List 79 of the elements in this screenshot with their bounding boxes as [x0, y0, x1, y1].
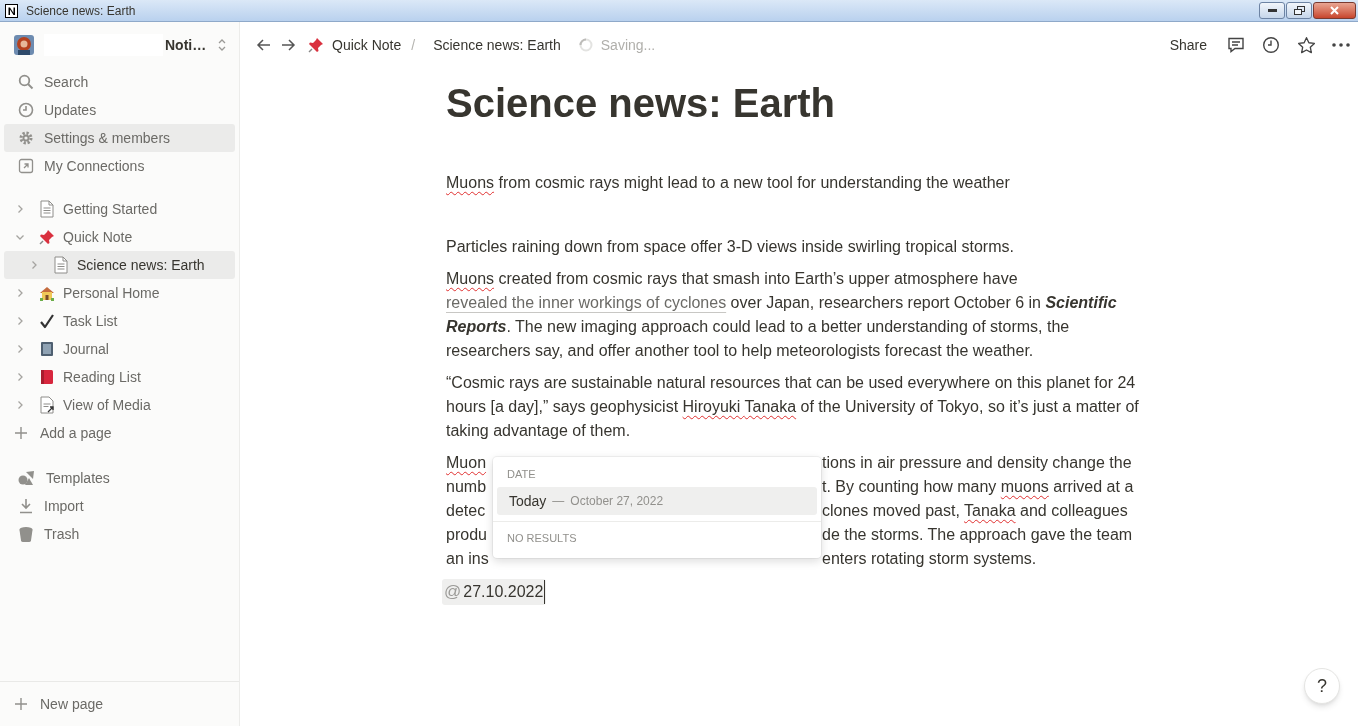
sidebar-item[interactable]: My Connections: [4, 152, 235, 180]
workspace-name[interactable]: Noti…: [165, 34, 207, 56]
help-button[interactable]: ?: [1304, 668, 1340, 704]
saving-status: Saving...: [600, 35, 656, 55]
book-icon: [39, 369, 55, 385]
more-options-icon[interactable]: [1332, 43, 1350, 47]
search-icon: [18, 74, 34, 90]
avatar: [14, 35, 34, 55]
forward-arrow-icon[interactable]: [280, 37, 296, 53]
checkmark-icon: [39, 313, 55, 329]
notebook-icon: [39, 341, 55, 357]
paragraph: Muons from cosmic rays might lead to a new tool for understanding the weather: [446, 173, 1011, 193]
plus-icon: [14, 697, 28, 711]
sidebar-page[interactable]: Reading List: [4, 363, 235, 391]
sidebar-page[interactable]: Journal: [4, 335, 235, 363]
pushpin-icon: [308, 37, 324, 53]
page-title[interactable]: Science news: Earth: [446, 79, 1153, 127]
comment-icon[interactable]: [1227, 36, 1245, 54]
gear-icon: [18, 130, 34, 146]
text-fragment: tions in air pressure and density change the: [822, 453, 1132, 473]
sidebar-page[interactable]: Quick Note: [4, 223, 235, 251]
link[interactable]: revealed the inner workings of cyclones: [446, 294, 727, 311]
text-fragment: Muon: [446, 453, 488, 473]
text-fragment: de the storms. The approach gave the team: [822, 525, 1133, 545]
plus-icon: [14, 426, 28, 440]
sidebar-page[interactable]: Science news: Earth: [4, 251, 235, 279]
sidebar-page[interactable]: Task List: [4, 307, 235, 335]
sidebar-item[interactable]: Templates: [4, 464, 235, 492]
sidebar-item[interactable]: Search: [4, 68, 235, 96]
paragraph: “Cosmic rays are sustainable natural resources that can be used everywhere on this planet for 24 hours [a day],” says geophysicist Hiroyuki Tanaka of the University of Tokyo, so it’s just a matter of taking advantage of them.: [446, 373, 1140, 441]
history-clock-icon[interactable]: [1262, 36, 1280, 54]
share-button[interactable]: Share: [1163, 34, 1213, 56]
paragraph: Muons created from cosmic rays that smash into Earth’s upper atmosphere have revealed the inner workings of cyclones over Japan, researchers report October 6 in Scientific Reports. The new imaging approach could lead to a better understanding of storms, the researchers say, and offer another tool to help meteorologists forecast the weather.: [446, 269, 1118, 361]
page-icon: [39, 200, 55, 218]
mention-input[interactable]: @27.10.2022: [442, 579, 547, 605]
text-fragment: t. By counting how many muons arrived at a: [822, 477, 1134, 497]
sidebar-item[interactable]: Trash: [4, 520, 235, 548]
app-logo-icon: [5, 3, 18, 18]
loading-spinner-icon: [578, 38, 593, 52]
window-title: Science news: Earth: [26, 2, 136, 20]
text-fragment: detec: [446, 501, 487, 521]
breadcrumb-link[interactable]: Science news: Earth: [433, 34, 561, 56]
sidebar-item[interactable]: Updates: [4, 96, 235, 124]
text-fragment: numb: [446, 477, 488, 497]
close-icon: [1330, 6, 1339, 15]
house-icon: [39, 285, 55, 301]
restore-icon: [1293, 6, 1305, 15]
pushpin-icon: [39, 229, 55, 245]
download-icon: [18, 498, 34, 514]
minimize-icon: [1267, 9, 1277, 12]
minimize-button[interactable]: [1259, 2, 1285, 19]
up-down-chevron-icon[interactable]: [217, 38, 227, 52]
sidebar-item[interactable]: Settings & members: [4, 124, 235, 152]
shapes-icon: [18, 470, 36, 486]
section-header: DATE: [506, 467, 537, 482]
paragraph: Particles raining down from space offer 3-D views inside swirling tropical storms.: [446, 237, 1015, 257]
text-fragment: clones moved past, Tanaka and colleagues: [822, 501, 1128, 521]
sidebar-page[interactable]: View of Media: [4, 391, 235, 419]
date-option[interactable]: Today — October 27, 2022: [497, 487, 817, 515]
back-arrow-icon[interactable]: [256, 37, 272, 53]
breadcrumb-link[interactable]: Quick Note: [332, 34, 402, 56]
text-fragment: produ: [446, 525, 488, 545]
star-icon[interactable]: [1297, 35, 1316, 55]
add-page-button[interactable]: Add a page: [4, 419, 235, 447]
sidebar-item[interactable]: Import: [4, 492, 235, 520]
clock-icon: [18, 102, 34, 118]
page-icon: [53, 256, 69, 274]
restore-button[interactable]: [1286, 2, 1312, 19]
arrow-square-icon: [18, 158, 34, 174]
text-fragment: enters rotating storm systems.: [822, 549, 1037, 569]
empty-message: NO RESULTS: [506, 531, 578, 546]
text-fragment: an ins: [446, 549, 490, 569]
trash-icon: [18, 526, 34, 542]
new-page-button[interactable]: New page: [0, 681, 239, 726]
sidebar-page[interactable]: Personal Home: [4, 279, 235, 307]
close-button[interactable]: [1313, 2, 1356, 19]
breadcrumb-separator: /: [411, 35, 416, 55]
sidebar-page[interactable]: Getting Started: [4, 195, 235, 223]
page-link-icon: [39, 396, 55, 414]
